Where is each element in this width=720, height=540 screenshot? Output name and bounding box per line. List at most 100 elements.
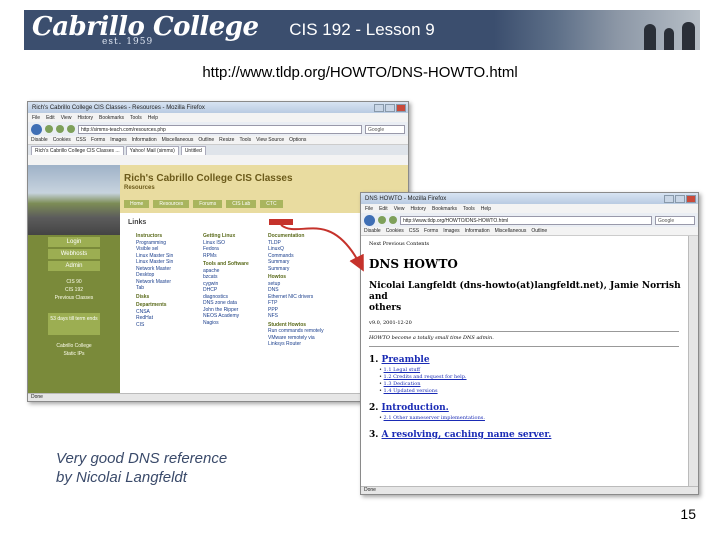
sidebar-link-cis192[interactable]: CIS 192 [28,287,120,293]
divider [369,331,679,332]
site-tab-resources[interactable]: Resources [153,200,190,208]
navigation-bar: http://www.tldp.org/HOWTO/DNS-HOWTO.html… [361,213,698,227]
toc-link[interactable]: 1.1 Legal stuff [384,367,421,373]
bookmark-item[interactable]: Forms [424,228,438,234]
menu-file[interactable]: File [32,115,40,121]
menu-edit[interactable]: Edit [379,206,388,212]
sidebar-link-admin[interactable]: Admin [48,261,100,271]
sidebar-link-static-ips[interactable]: Static IPs [28,351,120,357]
sidebar-link-login[interactable]: Login [48,237,100,247]
minimize-button[interactable] [374,103,384,112]
doc-abstract: HOWTO become a totally small time DNS ad… [369,335,494,341]
list-item[interactable]: Summary [268,266,328,273]
bookmark-item[interactable]: CSS [409,228,419,234]
bookmark-item[interactable]: Resize [219,137,234,143]
list-item[interactable]: Nagios [203,320,263,327]
bookmark-item[interactable]: Disable [364,228,381,234]
site-subtitle: Resources [124,185,155,191]
sidebar-link-previous[interactable]: Previous Classes [28,295,120,301]
site-tab-cis-lab[interactable]: CIS Lab [226,200,257,208]
list-item[interactable]: NFS [268,313,328,320]
bookmark-item[interactable]: Miscellaneous [162,137,194,143]
list-item[interactable]: RPMs [203,253,263,260]
header-banner: Cabrillo College est. 1959 CIS 192 - Les… [24,10,700,50]
address-bar[interactable]: http://simms-teach.com/resources.php [78,124,362,134]
menu-help[interactable]: Help [481,206,491,212]
site-tab-ctc[interactable]: CTC [260,200,283,208]
doc-nav-links[interactable]: Next Previous Contents [369,241,688,247]
bookmark-item[interactable]: Disable [31,137,48,143]
close-button[interactable] [396,103,406,112]
toc-subsection-list: • 2.1 Other nameserver implementations. [379,415,485,421]
bookmark-item[interactable]: Outline [198,137,214,143]
list-item[interactable]: CIS [136,322,196,329]
list-item[interactable]: Tab [136,285,196,292]
bookmark-item[interactable]: Information [132,137,157,143]
sidebar-link-cis90[interactable]: CIS 90 [28,279,120,285]
menu-history[interactable]: History [410,206,426,212]
tab-resources[interactable]: Rich's Cabrillo College CIS Classes ... [31,146,124,155]
list-item[interactable]: VMware remotely via Linksys Router [268,335,328,348]
bookmark-item[interactable]: Images [443,228,459,234]
menu-bookmarks[interactable]: Bookmarks [432,206,457,212]
site-tab-forums[interactable]: Forums [193,200,223,208]
forward-icon[interactable] [45,125,53,133]
bookmark-item[interactable]: Options [289,137,306,143]
bookmark-item[interactable]: Forms [91,137,105,143]
back-icon[interactable] [31,123,42,135]
toc-link[interactable]: 2.1 Other nameserver implementations. [384,415,485,421]
reload-icon[interactable] [389,216,397,224]
dns-link-highlight [269,219,293,225]
toc-link-preamble[interactable]: Preamble [382,355,430,365]
address-bar[interactable]: http://www.tldp.org/HOWTO/DNS-HOWTO.html [400,215,652,225]
maximize-button[interactable] [385,103,395,112]
bookmark-item[interactable]: Outline [531,228,547,234]
forward-icon[interactable] [378,216,386,224]
search-input[interactable]: Google [655,215,695,225]
menu-history[interactable]: History [77,115,93,121]
back-icon[interactable] [364,214,375,226]
bookmark-item[interactable]: Tools [239,137,251,143]
reference-url[interactable]: http://www.tldp.org/HOWTO/DNS-HOWTO.html [0,64,720,81]
author-line: Nicolai Langfeldt (dns-howto(at)langfeld… [369,281,681,302]
bookmark-item[interactable]: Cookies [53,137,71,143]
toc-section-3: 3. A resolving, caching name server. [369,430,688,440]
toc-link-caching-name-server[interactable]: A resolving, caching name server. [382,430,552,440]
bookmark-item[interactable]: Images [110,137,126,143]
toc-link-introduction[interactable]: Introduction. [382,403,449,413]
menu-help[interactable]: Help [148,115,158,121]
page-content: Login Webhosts Admin CIS 90 CIS 192 Prev… [28,165,408,393]
site-tab-home[interactable]: Home [124,200,150,208]
vertical-scrollbar[interactable] [688,236,698,486]
section-number: 1. [369,355,379,365]
menu-bookmarks[interactable]: Bookmarks [99,115,124,121]
menu-tools[interactable]: Tools [130,115,142,121]
sidebar-link-webhosts[interactable]: Webhosts [48,249,100,259]
search-input[interactable]: Google [365,124,405,134]
doc-title: DNS HOWTO [369,257,458,271]
toc-link[interactable]: 1.3 Dedication [384,381,421,387]
toc-link[interactable]: 1.2 Credits and request for help. [384,374,467,380]
minimize-button[interactable] [664,194,674,203]
bookmark-item[interactable]: Cookies [386,228,404,234]
menu-edit[interactable]: Edit [46,115,55,121]
home-icon[interactable] [67,125,75,133]
tab-yahoo-mail[interactable]: Yahoo! Mail (simms) [125,146,179,155]
toc-link[interactable]: 1.4 Updated versions [384,388,438,394]
menu-tools[interactable]: Tools [463,206,475,212]
menu-view[interactable]: View [394,206,405,212]
bookmark-item[interactable]: Information [465,228,490,234]
bookmark-item[interactable]: Miscellaneous [495,228,527,234]
menu-view[interactable]: View [61,115,72,121]
sidebar-link-cabrillo[interactable]: Cabrillo College [28,343,120,349]
close-button[interactable] [686,194,696,203]
tab-untitled[interactable]: Untitled [180,146,206,155]
menu-file[interactable]: File [365,206,373,212]
bookmark-item[interactable]: View Source [256,137,284,143]
toc-subsection-list: • 1.1 Legal stuff • 1.2 Credits and requ… [379,367,467,394]
maximize-button[interactable] [675,194,685,203]
road-photo [28,165,120,235]
reload-icon[interactable] [56,125,64,133]
list-item[interactable]: Run commands remotely [268,328,328,335]
bookmark-item[interactable]: CSS [76,137,86,143]
